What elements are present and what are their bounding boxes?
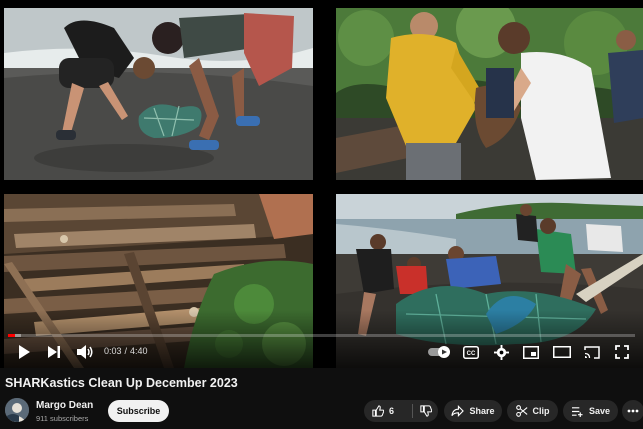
channel-name[interactable]: Margo Dean <box>36 400 93 411</box>
clip-label: Clip <box>532 406 550 416</box>
channel-row: Margo Dean 911 subscribers Subscribe 6 S… <box>0 396 643 426</box>
share-icon <box>451 405 465 417</box>
theater-icon <box>553 346 571 358</box>
miniplayer-button[interactable] <box>521 343 541 361</box>
subscribe-button[interactable]: Subscribe <box>108 400 169 422</box>
autoplay-toggle-icon <box>428 346 450 358</box>
like-dislike-group: 6 <box>364 400 438 422</box>
more-actions-button[interactable] <box>622 400 643 422</box>
progress-bar[interactable] <box>8 334 635 337</box>
controls-gradient <box>0 310 643 368</box>
dislike-button[interactable] <box>413 400 438 422</box>
next-icon <box>48 346 60 358</box>
playlist-add-icon <box>571 406 583 417</box>
scissors-icon <box>515 405 527 417</box>
progress-played <box>8 334 15 337</box>
settings-button[interactable] <box>491 343 511 361</box>
captions-icon: CC <box>463 345 479 359</box>
clip-button[interactable]: Clip <box>507 400 558 422</box>
next-button[interactable] <box>44 343 64 361</box>
theater-button[interactable] <box>551 343 573 361</box>
miniplayer-icon <box>523 345 539 359</box>
subscriber-count: 911 subscribers <box>36 414 89 423</box>
gear-icon <box>493 344 509 360</box>
duration: 4:40 <box>130 346 148 356</box>
volume-button[interactable] <box>74 343 96 361</box>
volume-icon <box>77 345 93 359</box>
cast-button[interactable] <box>582 343 602 361</box>
more-horizontal-icon <box>627 409 639 413</box>
thumbs-down-icon <box>419 405 432 417</box>
like-button[interactable]: 6 <box>364 400 412 422</box>
captions-button[interactable]: CC <box>461 343 481 361</box>
share-label: Share <box>469 406 495 416</box>
cast-icon <box>584 345 600 359</box>
fullscreen-icon <box>615 345 629 359</box>
share-button[interactable]: Share <box>444 400 502 422</box>
video-player[interactable]: 0:03/4:40 CC <box>0 0 643 368</box>
video-title: SHARKastics Clean Up December 2023 <box>5 376 238 390</box>
save-button[interactable]: Save <box>563 400 618 422</box>
current-time: 0:03 <box>104 346 122 356</box>
save-label: Save <box>588 406 611 416</box>
time-display: 0:03/4:40 <box>104 346 148 356</box>
autoplay-toggle[interactable] <box>428 343 452 361</box>
play-icon <box>19 345 30 359</box>
video-frame-beach-cleanup <box>4 8 313 180</box>
svg-text:CC: CC <box>467 351 476 357</box>
video-frame-jungle-cleanup <box>336 8 643 180</box>
avatar[interactable] <box>5 398 29 422</box>
play-button[interactable] <box>14 343 34 361</box>
fullscreen-button[interactable] <box>612 343 632 361</box>
thumbs-up-icon <box>372 405 384 417</box>
like-count: 6 <box>389 406 395 416</box>
